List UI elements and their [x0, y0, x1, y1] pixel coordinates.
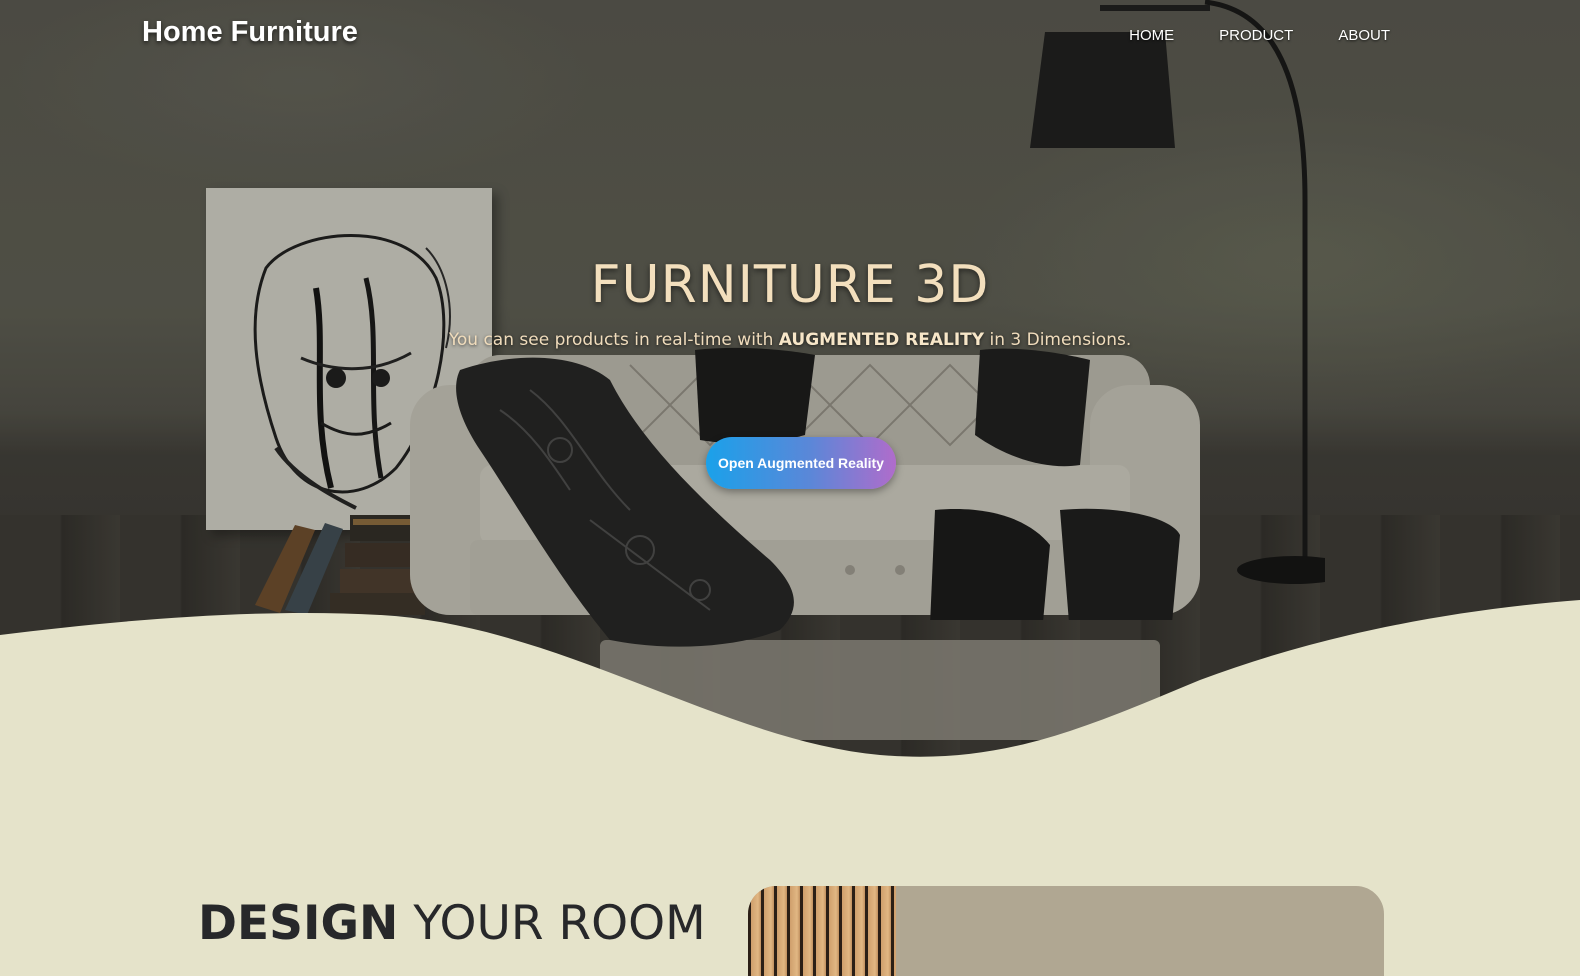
nav-product-link[interactable]: PRODUCT	[1219, 27, 1293, 44]
hero-subtitle-end: in 3 Dimensions.	[984, 330, 1132, 350]
open-augmented-reality-button[interactable]: Open Augmented Reality	[706, 437, 896, 489]
wave-divider	[0, 600, 1580, 770]
nav-home-link[interactable]: HOME	[1129, 27, 1174, 44]
wood-slat-panel	[748, 886, 896, 976]
hero-subtitle: You can see products in real-time with A…	[0, 330, 1580, 350]
design-title-bold: DESIGN	[198, 896, 399, 951]
hero-title: FURNITURE 3D	[590, 255, 990, 315]
hero-subtitle-emphasis: AUGMENTED REALITY	[778, 330, 985, 350]
design-section-title: DESIGN YOUR ROOM	[198, 896, 706, 951]
main-nav: HOME PRODUCT ABOUT	[1129, 27, 1390, 44]
hero-subtitle-start: You can see products in real-time with	[448, 330, 779, 350]
brand-logo[interactable]: Home Furniture	[142, 16, 358, 49]
nav-about-link[interactable]: ABOUT	[1338, 27, 1390, 44]
design-title-rest: YOUR ROOM	[398, 896, 706, 951]
room-design-image	[748, 886, 1384, 976]
